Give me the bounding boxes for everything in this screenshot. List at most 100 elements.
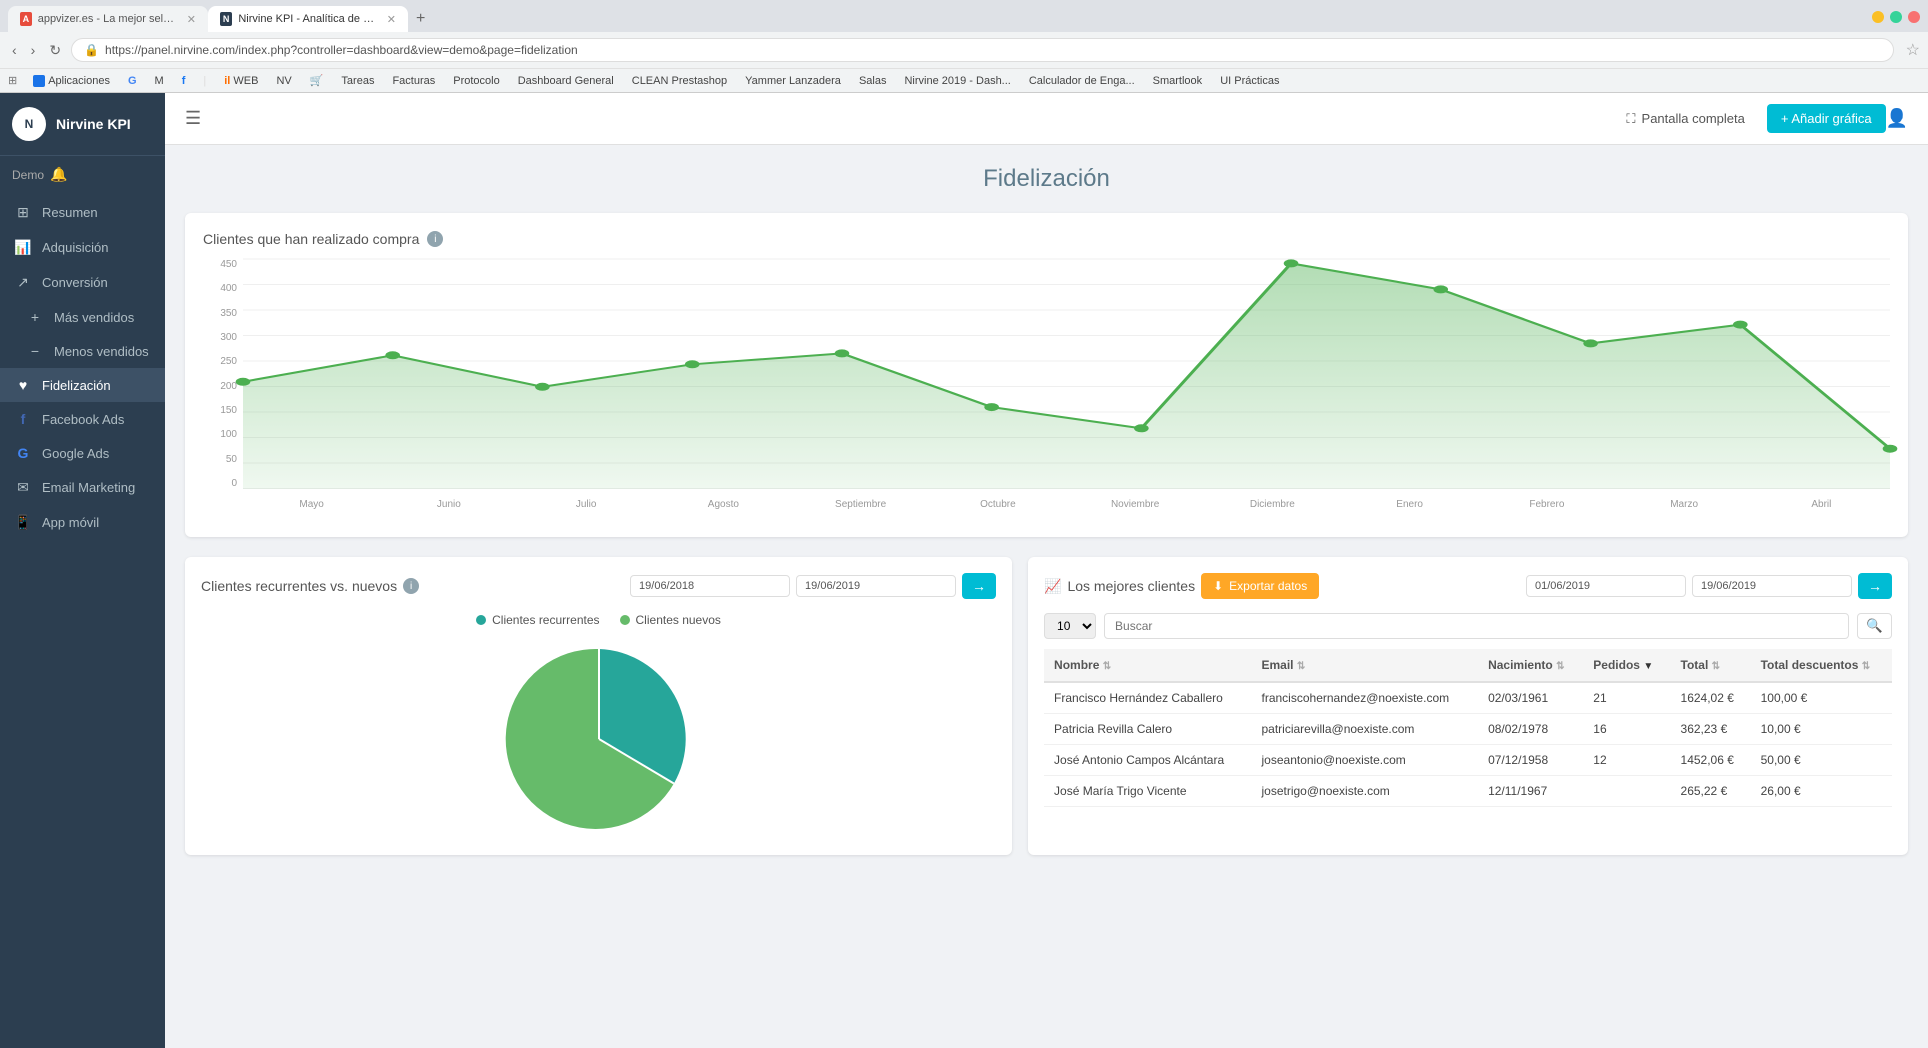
sort-nacimiento-icon[interactable]: ⇅ (1556, 661, 1564, 672)
bookmark-nirvine[interactable]: Nirvine 2019 - Dash... (898, 73, 1016, 89)
minimize-button[interactable] (1872, 11, 1884, 23)
best-clients-card: 📈 Los mejores clientes ⬇ Exportar datos … (1028, 557, 1908, 855)
address-bar[interactable]: 🔒 https://panel.nirvine.com/index.php?co… (71, 38, 1894, 62)
sidebar-item-fidelizacion[interactable]: ♥ Fidelización (0, 368, 165, 402)
sort-descuentos-icon[interactable]: ⇅ (1862, 661, 1870, 672)
per-page-select[interactable]: 10 25 50 (1044, 613, 1096, 639)
sidebar-item-facebook-ads[interactable]: f Facebook Ads (0, 402, 165, 436)
sidebar-item-app-movil-label: App móvil (42, 515, 99, 530)
cell-nombre-1: Francisco Hernández Caballero (1044, 682, 1251, 714)
export-button[interactable]: ⬇ Exportar datos (1201, 573, 1319, 599)
recurrentes-card: Clientes recurrentes vs. nuevos i → (185, 557, 1012, 855)
cell-nacimiento-4: 12/11/1967 (1478, 776, 1583, 807)
best-clients-title-row: 📈 Los mejores clientes ⬇ Exportar datos (1044, 573, 1319, 599)
sidebar-item-google-ads[interactable]: G Google Ads (0, 436, 165, 470)
col-total-label: Total (1681, 658, 1709, 672)
back-button[interactable]: ‹ (8, 40, 21, 60)
logo-circle: N (12, 107, 46, 141)
search-input[interactable] (1104, 613, 1849, 639)
chart-title: Clientes que han realizado compra (203, 231, 419, 247)
bookmark-tareas[interactable]: Tareas (335, 73, 380, 89)
x-label-marzo: Marzo (1616, 499, 1753, 510)
bookmark-facturas[interactable]: Facturas (386, 73, 441, 89)
recurrentes-info-icon[interactable]: i (403, 578, 419, 594)
cell-pedidos-1: 21 (1583, 682, 1670, 714)
best-clients-go-button[interactable]: → (1858, 573, 1892, 599)
x-label-julio: Julio (518, 499, 655, 510)
export-label: Exportar datos (1229, 579, 1307, 593)
active-tab-close-btn[interactable]: ✕ (387, 13, 396, 26)
add-chart-button[interactable]: + Añadir gráfica (1767, 104, 1886, 133)
bookmark-dashboard[interactable]: Dashboard General (512, 73, 620, 89)
forward-button[interactable]: › (27, 40, 40, 60)
recurrentes-date-range: → (630, 573, 996, 599)
bookmark-google[interactable]: G (122, 73, 143, 89)
bookmark-clean[interactable]: CLEAN Prestashop (626, 73, 733, 89)
recurrentes-card-header: Clientes recurrentes vs. nuevos i → (201, 573, 996, 599)
bookmark-web[interactable]: il WEB (218, 73, 264, 89)
table-head: Nombre ⇅ Email ⇅ Nacimiento ⇅ (1044, 649, 1892, 682)
bookmark-protocolo[interactable]: Protocolo (447, 73, 505, 89)
datapoint-febrero (1583, 339, 1598, 347)
bookmark-nv[interactable]: NV (270, 73, 297, 89)
close-button[interactable] (1908, 11, 1920, 23)
bookmark-yammer[interactable]: Yammer Lanzadera (739, 73, 847, 89)
hamburger-icon[interactable]: ☰ (185, 108, 201, 129)
datapoint-junio (385, 351, 400, 359)
bookmark-salas[interactable]: Salas (853, 73, 893, 89)
fullscreen-button[interactable]: ⛶ Pantalla completa (1612, 104, 1758, 134)
datapoint-septiembre (835, 349, 850, 357)
tab-close-btn[interactable]: ✕ (187, 13, 196, 26)
best-clients-date-to[interactable] (1692, 575, 1852, 597)
tab-active[interactable]: N Nirvine KPI - Analítica de ventas ✕ (208, 6, 408, 32)
bookmark-gmail[interactable]: M (149, 73, 170, 89)
bookmark-facebook[interactable]: f (176, 73, 192, 89)
table-controls: 10 25 50 🔍 (1044, 613, 1892, 639)
recurrentes-date-from[interactable] (630, 575, 790, 597)
sidebar-item-email-marketing-label: Email Marketing (42, 480, 135, 495)
star-icon[interactable]: ☆ (1906, 40, 1920, 60)
y-label-200: 200 (220, 381, 237, 392)
maximize-button[interactable] (1890, 11, 1902, 23)
bookmark-calculador[interactable]: Calculador de Enga... (1023, 73, 1141, 89)
best-clients-header: 📈 Los mejores clientes ⬇ Exportar datos … (1044, 573, 1892, 599)
user-button[interactable]: 👤 (1886, 108, 1908, 129)
sidebar-item-app-movil[interactable]: 📱 App móvil (0, 505, 165, 540)
pie-chart-svg (484, 639, 714, 839)
sort-nombre-icon[interactable]: ⇅ (1103, 661, 1111, 672)
sort-total-icon[interactable]: ⇅ (1712, 661, 1720, 672)
sidebar-item-menos-vendidos[interactable]: − Menos vendidos (0, 334, 165, 368)
cell-nacimiento-2: 08/02/1978 (1478, 714, 1583, 745)
bookmark-smartlook[interactable]: Smartlook (1147, 73, 1209, 89)
cell-nombre-4: José María Trigo Vicente (1044, 776, 1251, 807)
best-clients-date-from[interactable] (1526, 575, 1686, 597)
sidebar-item-conversion[interactable]: ↗ Conversión (0, 265, 165, 300)
x-label-enero: Enero (1341, 499, 1478, 510)
cell-nombre-2: Patricia Revilla Calero (1044, 714, 1251, 745)
sidebar-item-email-marketing[interactable]: ✉ Email Marketing (0, 470, 165, 505)
bookmark-ui[interactable]: UI Prácticas (1214, 73, 1285, 89)
reload-button[interactable]: ↻ (45, 40, 65, 61)
sort-pedidos-icon[interactable]: ▼ (1643, 661, 1653, 672)
sidebar-item-mas-vendidos-label: Más vendidos (54, 310, 134, 325)
recurrentes-date-to[interactable] (796, 575, 956, 597)
main-area: ☰ ⛶ Pantalla completa + Añadir gráfica 👤… (165, 93, 1928, 1048)
sidebar-item-mas-vendidos[interactable]: + Más vendidos (0, 300, 165, 334)
x-label-agosto: Agosto (655, 499, 792, 510)
table-row: José Antonio Campos Alcántara joseantoni… (1044, 745, 1892, 776)
recurrentes-go-button[interactable]: → (962, 573, 996, 599)
sort-email-icon[interactable]: ⇅ (1297, 661, 1305, 672)
search-button[interactable]: 🔍 (1857, 613, 1892, 639)
sidebar-item-resumen[interactable]: ⊞ Resumen (0, 195, 165, 230)
info-icon[interactable]: i (427, 231, 443, 247)
clients-table: Nombre ⇅ Email ⇅ Nacimiento ⇅ (1044, 649, 1892, 807)
bookmark-prestashop[interactable]: 🛒 (304, 72, 330, 89)
tab-inactive[interactable]: A appvizer.es - La mejor selección... ✕ (8, 6, 208, 32)
bookmarks-bar: ⊞ Aplicaciones G M f | il WEB NV 🛒 Tarea… (0, 68, 1928, 92)
bookmark-aplicaciones[interactable]: Aplicaciones (27, 73, 116, 89)
new-tab-button[interactable]: + (408, 6, 433, 32)
x-label-noviembre: Noviembre (1067, 499, 1204, 510)
sidebar-demo-label: Demo 🔔 (0, 156, 165, 187)
col-email-label: Email (1262, 658, 1294, 672)
sidebar-item-adquisicion[interactable]: 📊 Adquisición (0, 230, 165, 265)
